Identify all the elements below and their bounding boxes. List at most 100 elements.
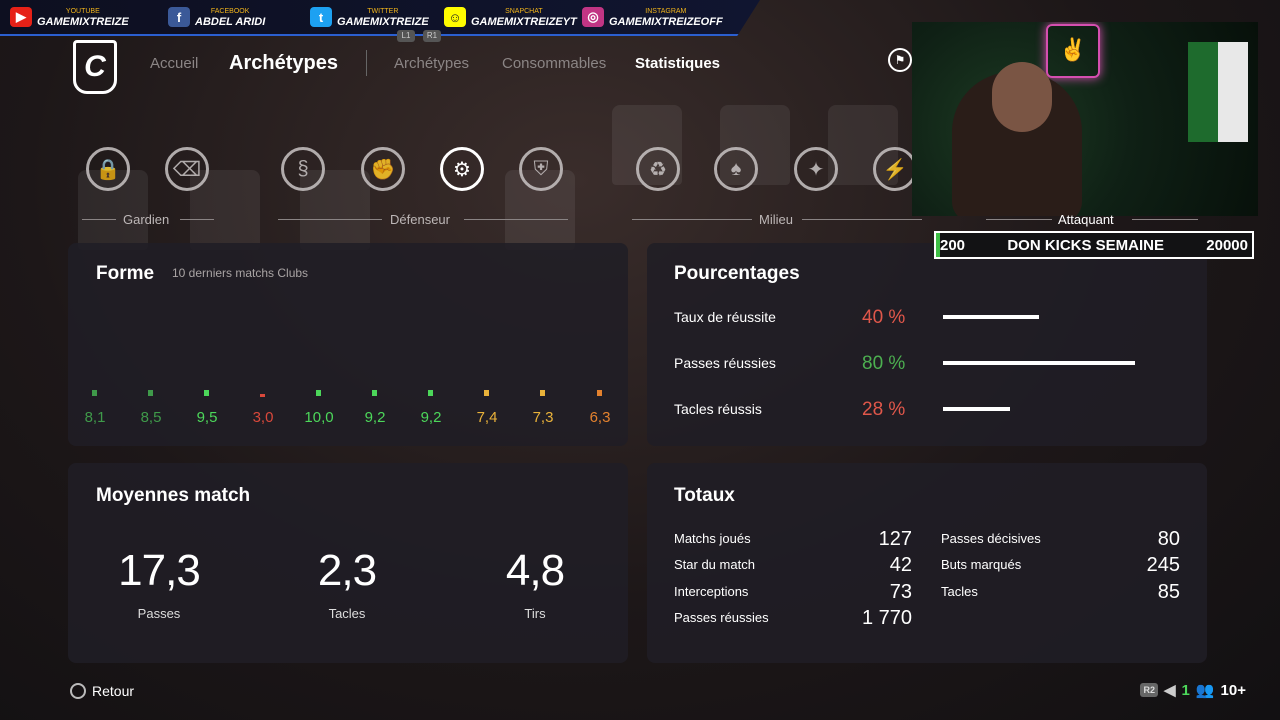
lock-shield-icon[interactable]: 🔒: [86, 147, 130, 191]
match-rating: 8,5: [140, 409, 162, 426]
category-divider: [632, 219, 752, 220]
avg-tirs-label: Tirs: [524, 606, 546, 621]
total-value: 42: [889, 554, 912, 576]
forme-subtitle: 10 derniers matchs Clubs: [172, 266, 309, 280]
rating-marker: [540, 390, 545, 396]
status-bar: R2 ◀ 1 👥 10+: [1140, 681, 1246, 699]
social-item: t TWITTER GAMEMIXTREIZE: [310, 6, 429, 28]
rating-marker: [597, 390, 602, 396]
category-gardien: Gardien: [123, 212, 170, 227]
r2-button-hint: R2: [1140, 683, 1158, 697]
flags-icon[interactable]: ⚑: [888, 48, 912, 72]
connection-count: 1: [1181, 681, 1190, 699]
avg-tirs-value: 4,8: [505, 546, 565, 595]
gears-ball-icon[interactable]: ⚙: [440, 147, 484, 191]
category-divider: [180, 219, 214, 220]
fist-icon[interactable]: ✊: [361, 147, 405, 191]
match-rating: 9,2: [364, 409, 386, 426]
category-defenseur: Défenseur: [390, 212, 450, 227]
spring-icon[interactable]: §: [281, 147, 325, 191]
avg-passes-label: Passes: [137, 606, 181, 621]
match-rating: 10,0: [304, 409, 334, 426]
back-button[interactable]: Retour: [70, 683, 134, 699]
sound-icon: ◀: [1163, 682, 1176, 699]
flag-decoration: [1188, 42, 1248, 142]
match-rating: 7,4: [476, 409, 498, 426]
rating-marker: [484, 390, 489, 396]
rating-marker: [316, 390, 321, 396]
rating-marker: [148, 390, 153, 396]
category-divider: [464, 219, 568, 220]
total-value: 1 770: [861, 607, 912, 629]
total-label: Star du match: [674, 557, 755, 572]
lightning-icon[interactable]: ⚡: [873, 147, 917, 191]
social-handle: ABDEL ARIDI: [195, 16, 266, 28]
category-divider: [1132, 219, 1198, 220]
sweeper-icon[interactable]: ⌫: [165, 147, 209, 191]
shield-icon[interactable]: ⛨: [519, 147, 563, 191]
recycle-icon[interactable]: ♻: [636, 147, 680, 191]
category-divider: [986, 219, 1052, 220]
rating-marker: [428, 390, 433, 396]
social-item: ▶ YOUTUBE GAMEMIXTREIZE: [10, 6, 129, 28]
tab-archetypes[interactable]: Archétypes: [394, 55, 469, 72]
total-label: Matchs joués: [674, 531, 751, 546]
match-rating: 7,3: [532, 409, 554, 426]
ticker-current: 200: [940, 236, 966, 254]
avg-passes-value: 17,3: [118, 546, 201, 595]
lightbulb-icon[interactable]: ✦: [794, 147, 838, 191]
ticker-goal: 20000: [1206, 236, 1248, 254]
social-handle: GAMEMIXTREIZE: [37, 16, 129, 28]
percentage-value: 80 %: [862, 353, 906, 374]
instagram-icon: ◎: [582, 7, 604, 27]
percentage-label: Passes réussies: [674, 355, 776, 371]
category-divider: [82, 219, 116, 220]
avg-tacles-value: 2,3: [317, 546, 377, 595]
nav-accueil[interactable]: Accueil: [150, 55, 198, 72]
category-attaquant: Attaquant: [1058, 212, 1114, 227]
percentage-value: 28 %: [862, 399, 906, 420]
back-label: Retour: [92, 683, 135, 699]
match-rating: 6,3: [589, 409, 611, 426]
youtube-icon: ▶: [10, 7, 32, 27]
avg-tacles-label: Tacles: [328, 606, 366, 621]
rating-marker: [260, 394, 265, 397]
tab-consommables[interactable]: Consommables: [502, 55, 606, 72]
snapchat-icon: ☺: [444, 7, 466, 27]
tab-statistiques[interactable]: Statistiques: [635, 55, 720, 72]
category-divider: [802, 219, 922, 220]
social-item: ☺ SNAPCHAT GAMEMIXTREIZEYT: [444, 6, 577, 28]
circle-button-icon: [70, 683, 86, 699]
pourcentages-title: Pourcentages: [674, 263, 800, 284]
ticker-progress-bar: [936, 233, 940, 257]
total-label: Passes décisives: [941, 531, 1041, 546]
r1-button-hint: R1: [423, 30, 441, 42]
total-value: 80: [1157, 528, 1180, 550]
match-rating: 9,2: [420, 409, 442, 426]
percentage-bar: [943, 361, 1135, 365]
total-value: 245: [1146, 554, 1180, 576]
twitter-icon: t: [310, 7, 332, 27]
moyennes-title: Moyennes match: [96, 485, 251, 506]
players-count: 10+: [1220, 681, 1246, 699]
streamer-head: [992, 62, 1052, 132]
rating-marker: [92, 390, 97, 396]
total-label: Interceptions: [674, 584, 749, 599]
facebook-icon: f: [168, 7, 190, 27]
total-value: 85: [1157, 581, 1180, 603]
match-rating: 8,1: [84, 409, 106, 426]
totaux-title: Totaux: [674, 485, 735, 506]
match-rating: 3,0: [252, 409, 274, 426]
total-label: Tacles: [941, 584, 978, 599]
rating-marker: [372, 390, 377, 396]
total-value: 73: [889, 581, 912, 603]
social-handle: GAMEMIXTREIZEYT: [471, 16, 577, 28]
tuxedo-icon[interactable]: ♠: [714, 147, 758, 191]
clubs-logo: C: [73, 40, 117, 94]
category-divider: [278, 219, 382, 220]
webcam-overlay: ✌: [912, 22, 1258, 216]
percentage-bar: [943, 315, 1039, 319]
nav-separator: [366, 50, 367, 76]
social-item: ◎ INSTAGRAM GAMEMIXTREIZEOFF: [582, 6, 723, 28]
neon-hand-icon: ✌: [1046, 24, 1100, 78]
